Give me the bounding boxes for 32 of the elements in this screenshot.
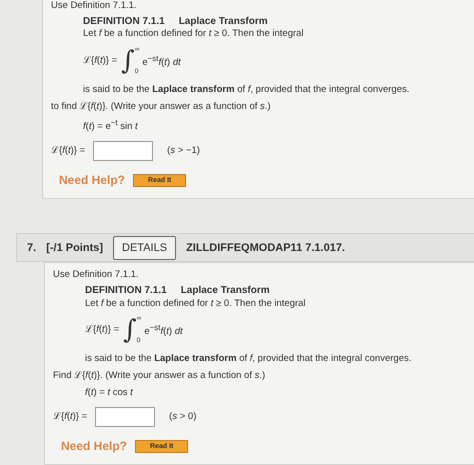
function-text: f(t) = e$^{−t}$ sin t xyxy=(83,118,139,134)
instruction-text: Use Definition 7.1.1. xyxy=(53,269,140,281)
formula-text: ℒ{f(t)} = xyxy=(85,324,120,336)
definition-text: is said to be the Laplace transform of f, provided that the integral converges. xyxy=(85,353,412,366)
task-text: Find ℒ{f(t)}. (Write your answer as a function of s.) xyxy=(53,370,266,382)
definition-text: Let f be a function defined for t ≥ 0. Then the integral xyxy=(83,28,305,40)
answer-label: ℒ{f(t)} = xyxy=(53,411,88,423)
details-button[interactable]: DETAILS xyxy=(113,236,176,260)
definition-text: is said to be the Laplace transform of f, provided that the integral converges. xyxy=(83,84,410,96)
question-number: 7. xyxy=(27,242,36,254)
definition-text: Let f be a function defined for t ≥ 0. Then the integral xyxy=(85,298,307,310)
definition-label: DEFINITION 7.1.1 xyxy=(85,285,167,298)
integral-sign: ∫ xyxy=(123,317,137,344)
condition-text: (s > 0) xyxy=(169,411,196,423)
definition-label: DEFINITION 7.1.1 xyxy=(83,16,165,28)
instruction-text: Use Definition 7.1.1. xyxy=(51,0,138,12)
formula-text: ℒ{f(t)} = xyxy=(83,55,118,68)
definition-name: Laplace Transform xyxy=(180,285,270,298)
answer-field[interactable] xyxy=(95,407,156,427)
definition-name: Laplace Transform xyxy=(178,16,268,28)
condition-text: (s > −1) xyxy=(167,145,200,157)
integrand-text: e$^{−st}$f(t) dt xyxy=(142,54,181,69)
answer-label: ℒ{f(t)} = xyxy=(51,145,86,157)
task-text: to find ℒ{f(t)}. (Write your answer as a function of s.) xyxy=(51,101,272,113)
answer-field[interactable] xyxy=(93,141,154,162)
need-help-label: Need Help? xyxy=(59,173,126,188)
problem-code: ZILLDIFFEQMODAP11 7.1.017. xyxy=(186,242,345,254)
points-label: [-/1 Points] xyxy=(46,242,104,254)
function-text: f(t) = t cos t xyxy=(85,387,134,399)
need-help-label: Need Help? xyxy=(61,439,128,454)
integrand-text: e$^{−st}$f(t) dt xyxy=(144,322,183,338)
integral-sign: ∫ xyxy=(121,48,135,74)
